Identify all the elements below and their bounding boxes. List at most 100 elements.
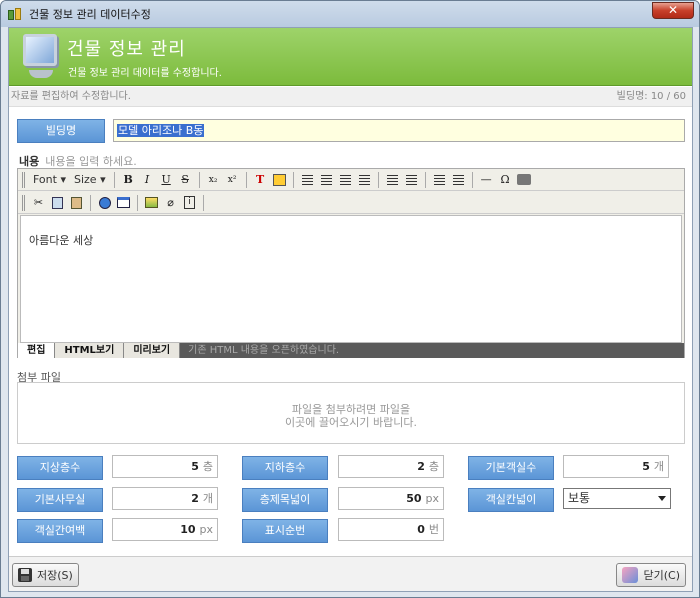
field-unit: px <box>199 523 214 536</box>
save-button-label: 저장(S) <box>37 569 73 582</box>
room-cell-width-label: 객실칸넓이 <box>468 488 554 512</box>
copy-icon <box>52 196 63 209</box>
field-value: 10 <box>180 523 196 536</box>
underground-floors-label: 지하층수 <box>242 456 328 480</box>
toolbar-separator <box>471 171 473 188</box>
subscript-button[interactable]: x₂ <box>204 171 223 189</box>
tab-preview[interactable]: 미리보기 <box>124 343 181 358</box>
highlight-color-button[interactable] <box>270 171 289 189</box>
info-icon: i <box>184 196 195 209</box>
toolbar-separator <box>137 194 138 211</box>
indent-button[interactable] <box>449 171 468 189</box>
room-cell-width-select[interactable]: 보통 <box>563 488 671 509</box>
monitor-icon <box>17 32 61 82</box>
special-char-button[interactable]: Ω <box>496 171 515 189</box>
display-order-label: 표시순번 <box>242 519 328 543</box>
align-left-icon <box>301 174 313 185</box>
font-dropdown[interactable]: Font ▾ <box>29 173 70 186</box>
toolbar-row-1: Font ▾ Size ▾ B I U S x₂ x² T — Ω <box>18 169 684 191</box>
copy-button[interactable] <box>48 194 67 212</box>
title-bar[interactable]: 건물 정보 관리 데이터수정 ✕ <box>1 1 699 27</box>
default-offices-field[interactable]: 2개 <box>112 487 218 510</box>
field-value: 50 <box>406 492 422 505</box>
toolbar-grip[interactable] <box>22 194 25 211</box>
image-button[interactable] <box>142 194 161 212</box>
exit-icon <box>622 567 639 583</box>
paste-button[interactable] <box>67 194 86 212</box>
unordered-list-icon <box>405 174 417 185</box>
text-color-button[interactable]: T <box>251 171 270 189</box>
size-dropdown-label: Size <box>73 173 97 186</box>
room-spacing-field[interactable]: 10 px <box>112 518 218 541</box>
name-length-counter: 빌딩명: 10 / 60 <box>616 91 686 102</box>
field-value: 5 <box>191 460 199 473</box>
toolbar-row-2: ✂ ⌀ i <box>18 192 684 214</box>
content-placeholder: 내용을 입력 하세요. <box>45 155 137 168</box>
link-button[interactable] <box>95 194 114 212</box>
strikethrough-button[interactable]: S <box>176 171 195 189</box>
paperclip-icon: ⌀ <box>167 196 174 209</box>
attach-button[interactable]: ⌀ <box>161 194 180 212</box>
floor-title-width-field[interactable]: 50 px <box>338 487 444 510</box>
close-button[interactable]: 닫기(C) <box>616 563 686 587</box>
superscript-button[interactable]: x² <box>223 171 242 189</box>
ordered-list-button[interactable] <box>383 171 402 189</box>
scissors-icon: ✂ <box>33 196 44 209</box>
close-window-button[interactable]: ✕ <box>652 2 694 19</box>
size-dropdown[interactable]: Size ▾ <box>70 173 110 186</box>
info-button[interactable]: i <box>180 194 199 212</box>
toolbar-grip[interactable] <box>22 171 25 188</box>
toolbar-separator <box>245 171 247 188</box>
attachment-hint-line1: 파일을 첨부하려면 파일을 <box>291 403 411 416</box>
toolbar-separator <box>292 171 294 188</box>
italic-button[interactable]: I <box>138 171 157 189</box>
highlight-color-icon <box>272 173 286 186</box>
outdent-icon <box>433 174 445 185</box>
ordered-list-icon <box>386 174 398 185</box>
outdent-button[interactable] <box>430 171 449 189</box>
room-spacing-label: 객실간여백 <box>17 519 103 543</box>
print-button[interactable] <box>515 171 534 189</box>
image-icon <box>145 197 158 208</box>
align-right-button[interactable] <box>336 171 355 189</box>
field-value: 0 <box>417 523 425 536</box>
editor-content-area[interactable]: 아름다운 세상 <box>20 215 682 343</box>
align-center-icon <box>320 174 332 185</box>
above-ground-floors-field[interactable]: 5층 <box>112 455 218 478</box>
window-title: 건물 정보 관리 데이터수정 <box>29 8 151 21</box>
field-unit: 층 <box>428 460 439 473</box>
align-justify-button[interactable] <box>355 171 374 189</box>
horizontal-rule-button[interactable]: — <box>477 171 496 189</box>
info-row: 자료를 편집하여 수정합니다. 빌딩명: 10 / 60 <box>9 87 692 107</box>
chevron-down-icon <box>658 496 666 501</box>
field-unit: 개 <box>202 492 213 505</box>
tab-html-view[interactable]: HTML보기 <box>55 343 125 358</box>
floppy-icon <box>18 568 32 582</box>
building-icon <box>7 7 23 21</box>
dialog-client: 건물 정보 관리 건물 정보 관리 데이터를 수정합니다. 자료를 편집하여 수… <box>8 27 693 592</box>
dialog-window: 건물 정보 관리 데이터수정 ✕ 건물 정보 관리 건물 정보 관리 데이터를 … <box>0 0 700 598</box>
tab-edit[interactable]: 편집 <box>18 343 56 358</box>
attachment-drop-zone[interactable]: 파일을 첨부하려면 파일을 이곳에 끌어오시기 바랍니다. <box>17 382 685 444</box>
save-button[interactable]: 저장(S) <box>12 563 79 587</box>
text-color-icon: T <box>256 173 265 186</box>
align-center-button[interactable] <box>317 171 336 189</box>
display-order-field[interactable]: 0번 <box>338 518 444 541</box>
field-value: 5 <box>642 460 650 473</box>
bold-button[interactable]: B <box>119 171 138 189</box>
building-name-label: 빌딩명 <box>17 119 105 143</box>
unordered-list-button[interactable] <box>402 171 421 189</box>
default-rooms-field[interactable]: 5개 <box>563 455 669 478</box>
cut-button[interactable]: ✂ <box>29 194 48 212</box>
field-unit: 개 <box>653 460 664 473</box>
toolbar-separator <box>377 171 379 188</box>
paste-icon <box>71 196 82 209</box>
align-left-button[interactable] <box>298 171 317 189</box>
table-button[interactable] <box>114 194 133 212</box>
underground-floors-field[interactable]: 2층 <box>338 455 444 478</box>
banner-subtitle: 건물 정보 관리 데이터를 수정합니다. <box>68 68 222 79</box>
building-name-input[interactable]: 모델 아리조나 B동 <box>113 119 685 142</box>
window-table-icon <box>117 197 130 208</box>
underline-button[interactable]: U <box>157 171 176 189</box>
toolbar-separator <box>113 171 115 188</box>
